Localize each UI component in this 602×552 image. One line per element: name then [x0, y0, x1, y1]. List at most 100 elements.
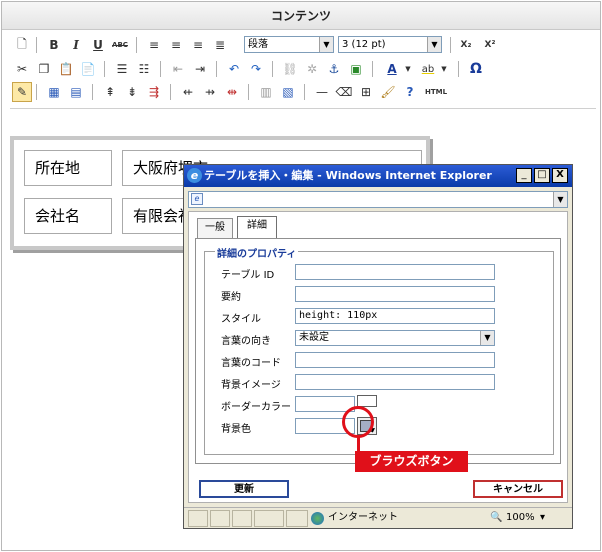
row-delete-icon[interactable]: ⇶ — [144, 82, 164, 102]
link-icon[interactable]: ⛓ — [280, 59, 300, 79]
zoom-level[interactable]: 100% — [506, 511, 535, 525]
paragraph-select[interactable]: 段落 ▼ — [244, 36, 334, 53]
annotation-label: ブラウズボタン — [355, 451, 468, 472]
ie-logo-icon: e — [187, 168, 202, 183]
bold-button[interactable]: B — [44, 35, 64, 55]
image-icon[interactable]: ▣ — [346, 59, 366, 79]
row-insert-before-icon[interactable]: ⇞ — [100, 82, 120, 102]
unlink-icon[interactable]: ✲ — [302, 59, 322, 79]
toolbar-row-1: 🗋 B I U ABC ≡ ≡ ≡ ≣ 段落 ▼ 3 (12 pt) ▼ X₂ X² — [10, 34, 596, 56]
address-bar[interactable]: e ▼ — [188, 191, 568, 208]
toolbar-separator — [372, 61, 373, 77]
horizontal-rule-icon[interactable]: — — [312, 82, 332, 102]
bullet-list-icon[interactable]: ☰ — [112, 59, 132, 79]
toolbar-separator — [160, 61, 161, 77]
undo-icon[interactable]: ↶ — [224, 59, 244, 79]
direction-select[interactable]: 未設定 ▼ — [295, 330, 495, 346]
paste-text-icon[interactable]: 📄 — [78, 59, 98, 79]
new-document-icon[interactable]: 🗋 — [12, 35, 32, 55]
col-delete-icon[interactable]: ⇹ — [222, 82, 242, 102]
annotation-circle — [342, 406, 374, 438]
style-input[interactable]: height: 110px — [295, 308, 495, 324]
toolbar-separator — [170, 84, 171, 100]
col-insert-before-icon[interactable]: ⇷ — [178, 82, 198, 102]
toolbar-separator — [450, 37, 451, 53]
cancel-button[interactable]: キャンセル — [473, 480, 563, 498]
lock-icon — [286, 510, 308, 527]
redo-icon[interactable]: ↷ — [246, 59, 266, 79]
toolbar-separator — [92, 84, 93, 100]
fontsize-select[interactable]: 3 (12 pt) ▼ — [338, 36, 442, 53]
numbered-list-icon[interactable]: ☷ — [134, 59, 154, 79]
tab-panel: 詳細のプロパティ テーブル ID 要約 スタイル height: 110px 言… — [195, 238, 561, 464]
clean-brush-icon[interactable]: 🖌 — [378, 82, 398, 102]
row-insert-after-icon[interactable]: ⇟ — [122, 82, 142, 102]
close-button[interactable]: X — [552, 168, 568, 183]
table-insert-icon[interactable]: ▦ — [44, 82, 64, 102]
direction-label: 言葉の向き — [221, 336, 271, 347]
status-bar: インターネット 🔍 100% ▾ — [184, 507, 572, 528]
lang-code-input[interactable] — [295, 352, 495, 368]
window-title-bar[interactable]: e テーブルを挿入・編集 - Windows Internet Explorer — [184, 165, 572, 187]
chevron-down-icon[interactable]: ▼ — [434, 59, 454, 79]
table-cell[interactable]: 所在地 — [24, 150, 112, 186]
align-left-icon[interactable]: ≡ — [144, 35, 164, 55]
summary-input[interactable] — [295, 286, 495, 302]
chevron-down-icon[interactable]: ▼ — [553, 192, 567, 207]
html-source-button[interactable]: HTML — [424, 82, 448, 102]
chevron-down-icon[interactable]: ▼ — [398, 59, 418, 79]
table-props-icon[interactable]: ▤ — [66, 82, 86, 102]
chevron-down-icon[interactable]: ▾ — [540, 511, 545, 525]
toolbar-separator — [458, 61, 459, 77]
align-justify-icon[interactable]: ≣ — [210, 35, 230, 55]
superscript-button[interactable]: X² — [480, 35, 500, 55]
edit-mode-icon[interactable]: ✎ — [12, 82, 32, 102]
tab-general[interactable]: 一般 — [197, 218, 233, 238]
table-id-input[interactable] — [295, 264, 495, 280]
align-center-icon[interactable]: ≡ — [166, 35, 186, 55]
zone-text: インターネット — [328, 512, 398, 523]
toolbar-separator — [136, 37, 137, 53]
italic-button[interactable]: I — [66, 35, 86, 55]
update-button[interactable]: 更新 — [199, 480, 289, 498]
underline-button[interactable]: U — [88, 35, 108, 55]
tab-advanced[interactable]: 詳細 — [237, 216, 277, 238]
toolbar-separator — [36, 84, 37, 100]
cut-icon[interactable]: ✂ — [12, 59, 32, 79]
help-icon[interactable]: ? — [400, 82, 420, 102]
outdent-icon[interactable]: ⇤ — [168, 59, 188, 79]
bg-color-label: 背景色 — [221, 424, 251, 435]
bg-image-label: 背景イメージ — [221, 380, 281, 391]
maximize-button[interactable]: □ — [534, 168, 550, 183]
anchor-icon[interactable]: ⚓ — [324, 59, 344, 79]
editor-toolbar: 🗋 B I U ABC ≡ ≡ ≡ ≣ 段落 ▼ 3 (12 pt) ▼ X₂ X²… — [10, 32, 596, 106]
merge-cells-icon[interactable]: ▥ — [256, 82, 276, 102]
cell-props-icon[interactable]: ▧ — [278, 82, 298, 102]
toolbar-row-2: ✂ ❐ 📋 📄 ☰ ☷ ⇤ ⇥ ↶ ↷ ⛓ ✲ ⚓ ▣ A ▼ ab ▼ Ω — [10, 58, 596, 80]
indent-icon[interactable]: ⇥ — [190, 59, 210, 79]
grid-icon[interactable]: ⊞ — [356, 82, 376, 102]
align-right-icon[interactable]: ≡ — [188, 35, 208, 55]
paragraph-select-value: 段落 — [248, 39, 268, 50]
chevron-down-icon: ▼ — [427, 37, 441, 52]
table-cell[interactable]: 会社名 — [24, 198, 112, 234]
paste-icon[interactable]: 📋 — [56, 59, 76, 79]
strikethrough-button[interactable]: ABC — [110, 35, 130, 55]
border-color-label: ボーダーカラー — [221, 402, 291, 413]
chevron-down-icon: ▼ — [319, 37, 333, 52]
col-insert-after-icon[interactable]: ⇸ — [200, 82, 220, 102]
direction-value: 未設定 — [299, 332, 329, 343]
toolbar-separator — [248, 84, 249, 100]
subscript-button[interactable]: X₂ — [456, 35, 476, 55]
bg-image-input[interactable] — [295, 374, 495, 390]
editor-title: コンテンツ — [2, 2, 600, 30]
annotation-connector — [357, 437, 360, 451]
ie-popup-window: e テーブルを挿入・編集 - Windows Internet Explorer… — [183, 164, 573, 529]
minimize-button[interactable]: _ — [516, 168, 532, 183]
table-id-label: テーブル ID — [221, 270, 275, 281]
toolbar-separator — [272, 61, 273, 77]
page-icon: e — [191, 193, 203, 205]
copy-icon[interactable]: ❐ — [34, 59, 54, 79]
eraser-icon[interactable]: ⌫ — [334, 82, 354, 102]
special-char-button[interactable]: Ω — [466, 59, 486, 79]
